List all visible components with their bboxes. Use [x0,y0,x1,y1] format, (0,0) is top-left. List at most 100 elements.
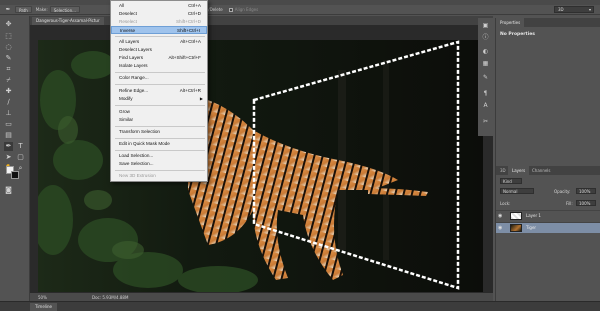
path-mode-select[interactable]: Path [15,6,32,13]
menu-item-load-selection[interactable]: Load Selection... [111,152,207,160]
pen-icon[interactable]: ✒ [4,6,12,13]
layer-row-layer-1[interactable]: ◉ Layer 1 [496,210,600,221]
menu-separator [115,84,205,85]
info-icon[interactable]: ⓘ [481,34,490,42]
tools-icon[interactable]: ✂ [481,118,490,126]
stamp-tool-icon[interactable]: ⊥ [4,109,13,118]
menu-item-all[interactable]: All Ctrl+A [111,2,207,10]
layer-thumbnail [510,224,522,232]
eraser-tool-icon[interactable]: ▭ [4,120,13,129]
menu-shortcut: Ctrl+D [187,11,201,16]
document-tab[interactable]: Dangerous-Tiger-Assamal-Pictur [32,17,104,25]
menu-item-reselect[interactable]: Reselect Shift+Ctrl+D [111,18,207,26]
menu-shortcut: Alt+Shift+Ctrl+F [168,55,201,60]
menu-label: All [119,3,125,8]
tab-properties[interactable]: Properties [496,18,525,27]
menu-item-save-selection[interactable]: Save Selection... [111,160,207,168]
tab-layers[interactable]: Layers [508,166,530,175]
eyedropper-tool-icon[interactable]: ⌿ [4,76,13,85]
layer-filter-select[interactable]: Kind [500,178,522,184]
menu-item-color-range[interactable]: Color Range... [111,74,207,82]
fill-field[interactable]: 100% [576,200,596,206]
properties-panel: Properties No Properties [495,18,600,168]
layer-name: Tiger [526,225,537,230]
menu-item-new-3d-extrusion[interactable]: New 3D Extrusion [111,172,207,180]
crop-tool-icon[interactable]: ⌗ [4,65,13,74]
healing-tool-icon[interactable]: ✚ [4,87,13,96]
fill-label: Fill: [566,201,573,206]
panel-icon-column: ▣ ⓘ ◐ ▦ ✎ ¶ A ✂ [478,18,493,136]
make-selection-button[interactable]: Selection... [49,6,80,13]
blend-mode-select[interactable]: Normal [500,188,534,194]
layers-panel: 3D Layers Channels Kind Normal Opacity: … [495,166,600,301]
menu-item-quick-mask[interactable]: Edit in Quick Mask Mode [111,140,207,148]
move-tool-icon[interactable]: ✥ [4,20,13,29]
menu-item-find-layers[interactable]: Find Layers Alt+Shift+Ctrl+F [111,54,207,62]
brush-tool-icon[interactable]: ∕ [4,98,13,107]
menu-item-refine-edge[interactable]: Refine Edge... Alt+Ctrl+R [111,87,207,95]
blend-mode-value: Normal [503,189,518,194]
workspace-value: 3D [558,7,564,12]
menu-item-all-layers[interactable]: All Layers Alt+Ctrl+A [111,38,207,46]
document-tab-bar-rest [208,16,493,25]
doc-size-info[interactable]: Doc: 5.93M/4.88M [92,295,128,300]
character-icon[interactable]: A [481,102,490,110]
zoom-level[interactable]: 50% [38,295,52,300]
align-edges-checkbox[interactable]: Align Edges [228,7,259,12]
menu-label: Deselect [119,11,137,16]
layer-thumbnail [510,212,522,220]
lasso-tool-icon[interactable]: ◌ [4,43,13,52]
menu-label: Load Selection... [119,153,154,158]
quick-mask-icon[interactable]: ◙ [4,186,13,195]
background-color-swatch[interactable] [11,171,19,179]
document-title: Dangerous-Tiger-Assamal-Pictur [36,18,100,23]
type-tool-icon[interactable]: T [16,142,25,151]
timeline-tab[interactable]: Timeline [30,303,58,311]
quick-select-tool-icon[interactable]: ✎ [4,54,13,63]
tools-panel: ✥ ⬚ ◌ ✎ ⌗ ⌿ ✚ ∕ ⊥ ▭ ▤ ✒ T ➤ ▢ ✋ ⌕ ◙ [0,16,30,311]
select-menu: All Ctrl+A Deselect Ctrl+D Reselect Shift+C… [110,0,208,182]
color-icon[interactable]: ◐ [481,48,490,56]
menu-item-modify[interactable]: Modify ▶ [111,95,207,103]
layer-row-tiger[interactable]: ◉ Tiger [496,222,600,233]
menu-item-deselect[interactable]: Deselect Ctrl+D [111,10,207,18]
canvas[interactable] [38,40,483,292]
menu-label: New 3D Extrusion [119,173,156,178]
marquee-tool-icon[interactable]: ⬚ [4,32,13,41]
brush-presets-icon[interactable]: ✎ [481,74,490,82]
tree-trunk [383,60,389,260]
menu-item-isolate-layers[interactable]: Isolate Layers [111,62,207,70]
tree-trunk [338,70,346,250]
menu-item-transform-selection[interactable]: Transform Selection [111,128,207,136]
path-select-tool-icon[interactable]: ➤ [4,153,13,162]
fill-value: 100% [579,201,591,206]
menu-label: Refine Edge... [119,88,149,93]
menu-separator [115,105,205,106]
properties-tabbar: Properties [496,18,600,27]
menu-label: Isolate Layers [119,63,148,68]
gradient-tool-icon[interactable]: ▤ [4,131,13,140]
menu-separator [115,36,205,37]
eye-icon[interactable]: ◉ [498,213,504,219]
timeline-panel: Timeline [0,301,600,311]
eye-icon[interactable]: ◉ [498,225,504,231]
opacity-field[interactable]: 100% [576,188,596,194]
swatches-icon[interactable]: ▦ [481,60,490,68]
shape-tool-icon[interactable]: ▢ [16,153,25,162]
menu-shortcut: Shift+Ctrl+D [175,19,201,24]
menu-item-grow[interactable]: Grow [111,108,207,116]
menu-label: Color Range... [119,75,149,80]
menu-label: Modify [119,96,133,101]
workspace-select[interactable]: 3D ▾ [554,6,594,13]
menu-item-similar[interactable]: Similar [111,116,207,124]
menu-separator [115,150,205,151]
history-icon[interactable]: ▣ [481,22,490,30]
tab-channels[interactable]: Channels [528,166,555,175]
menu-shortcut: Ctrl+A [188,3,201,8]
paragraph-icon[interactable]: ¶ [481,90,490,98]
checkbox-box[interactable] [228,7,233,12]
align-edges-label: Align Edges [234,7,259,12]
pen-tool-icon[interactable]: ✒ [4,142,13,151]
menu-item-deselect-layers[interactable]: Deselect Layers [111,46,207,54]
menu-item-inverse[interactable]: Inverse Shift+Ctrl+I [111,26,207,34]
